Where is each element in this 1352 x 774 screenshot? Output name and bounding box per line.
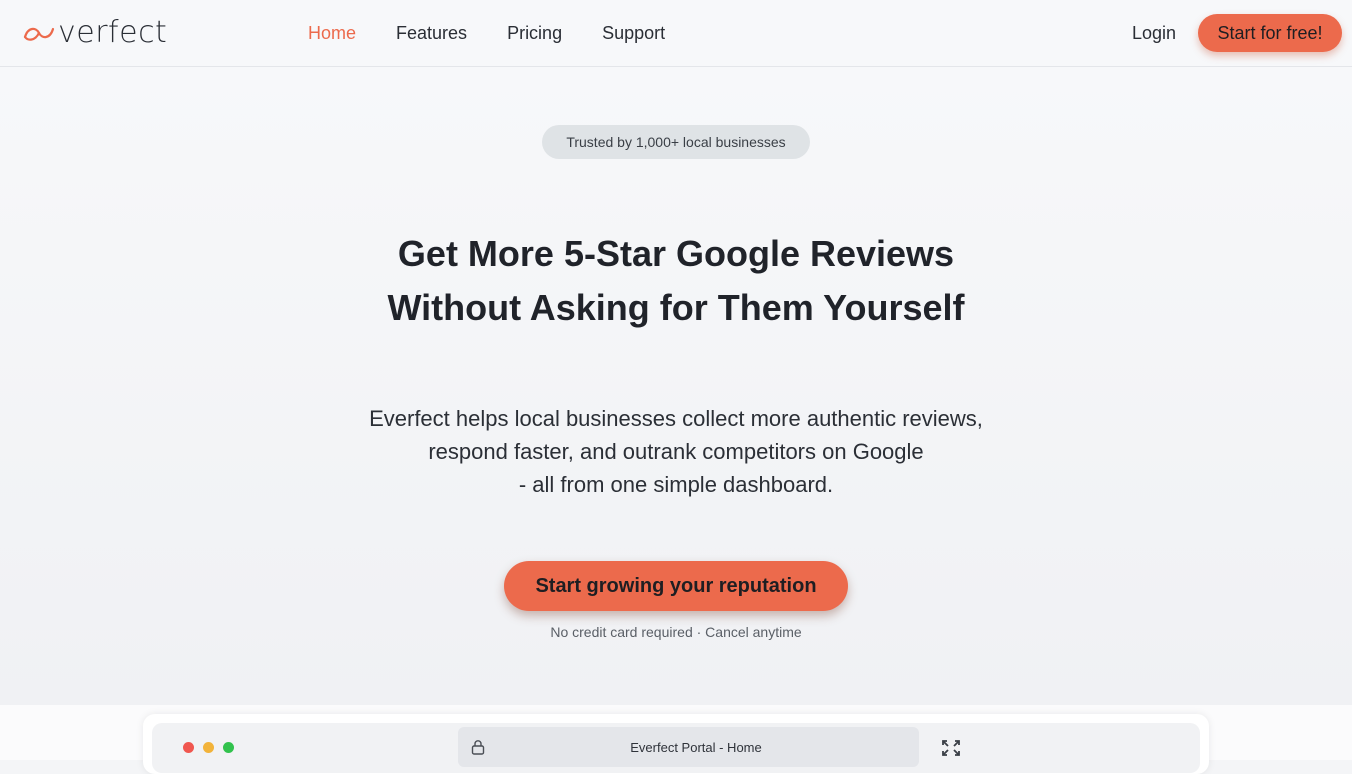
address-text: Everfect Portal - Home [630, 740, 762, 755]
infinity-logo-icon [23, 27, 55, 41]
subtext-line-2: respond faster, and outrank competitors … [428, 439, 924, 464]
nav-home[interactable]: Home [308, 21, 356, 45]
logo-text: verfect [58, 15, 168, 50]
nav-pricing[interactable]: Pricing [507, 21, 562, 45]
everfect-logo[interactable]: verfect [22, 16, 167, 50]
window-minimize-dot [203, 742, 214, 753]
hero-section: Trusted by 1,000+ local businesses Get M… [0, 67, 1352, 705]
subtext-line-3: - all from one simple dashboard. [518, 472, 834, 497]
site-header: verfect Home Features Pricing Support Lo… [0, 0, 1352, 67]
headline-line-1: Get More 5-Star Google Reviews [397, 233, 955, 274]
window-close-dot [183, 742, 194, 753]
nav-features[interactable]: Features [396, 21, 467, 45]
window-maximize-dot [223, 742, 234, 753]
start-free-button[interactable]: Start for free! [1198, 14, 1342, 52]
main-nav: Home Features Pricing Support [308, 21, 665, 45]
hero-subtext: Everfect helps local businesses collect … [276, 402, 1076, 501]
hero-headline: Get More 5-Star Google Reviews Without A… [276, 227, 1076, 335]
expand-icon[interactable] [941, 739, 961, 757]
nav-support[interactable]: Support [602, 21, 665, 45]
login-link[interactable]: Login [1132, 21, 1176, 45]
trust-badge: Trusted by 1,000+ local businesses [542, 125, 810, 159]
subtext-line-1: Everfect helps local businesses collect … [369, 406, 983, 431]
cta-note: No credit card required · Cancel anytime [550, 624, 802, 640]
headline-line-2: Without Asking for Them Yourself [387, 287, 965, 328]
start-growing-button[interactable]: Start growing your reputation [504, 561, 848, 611]
